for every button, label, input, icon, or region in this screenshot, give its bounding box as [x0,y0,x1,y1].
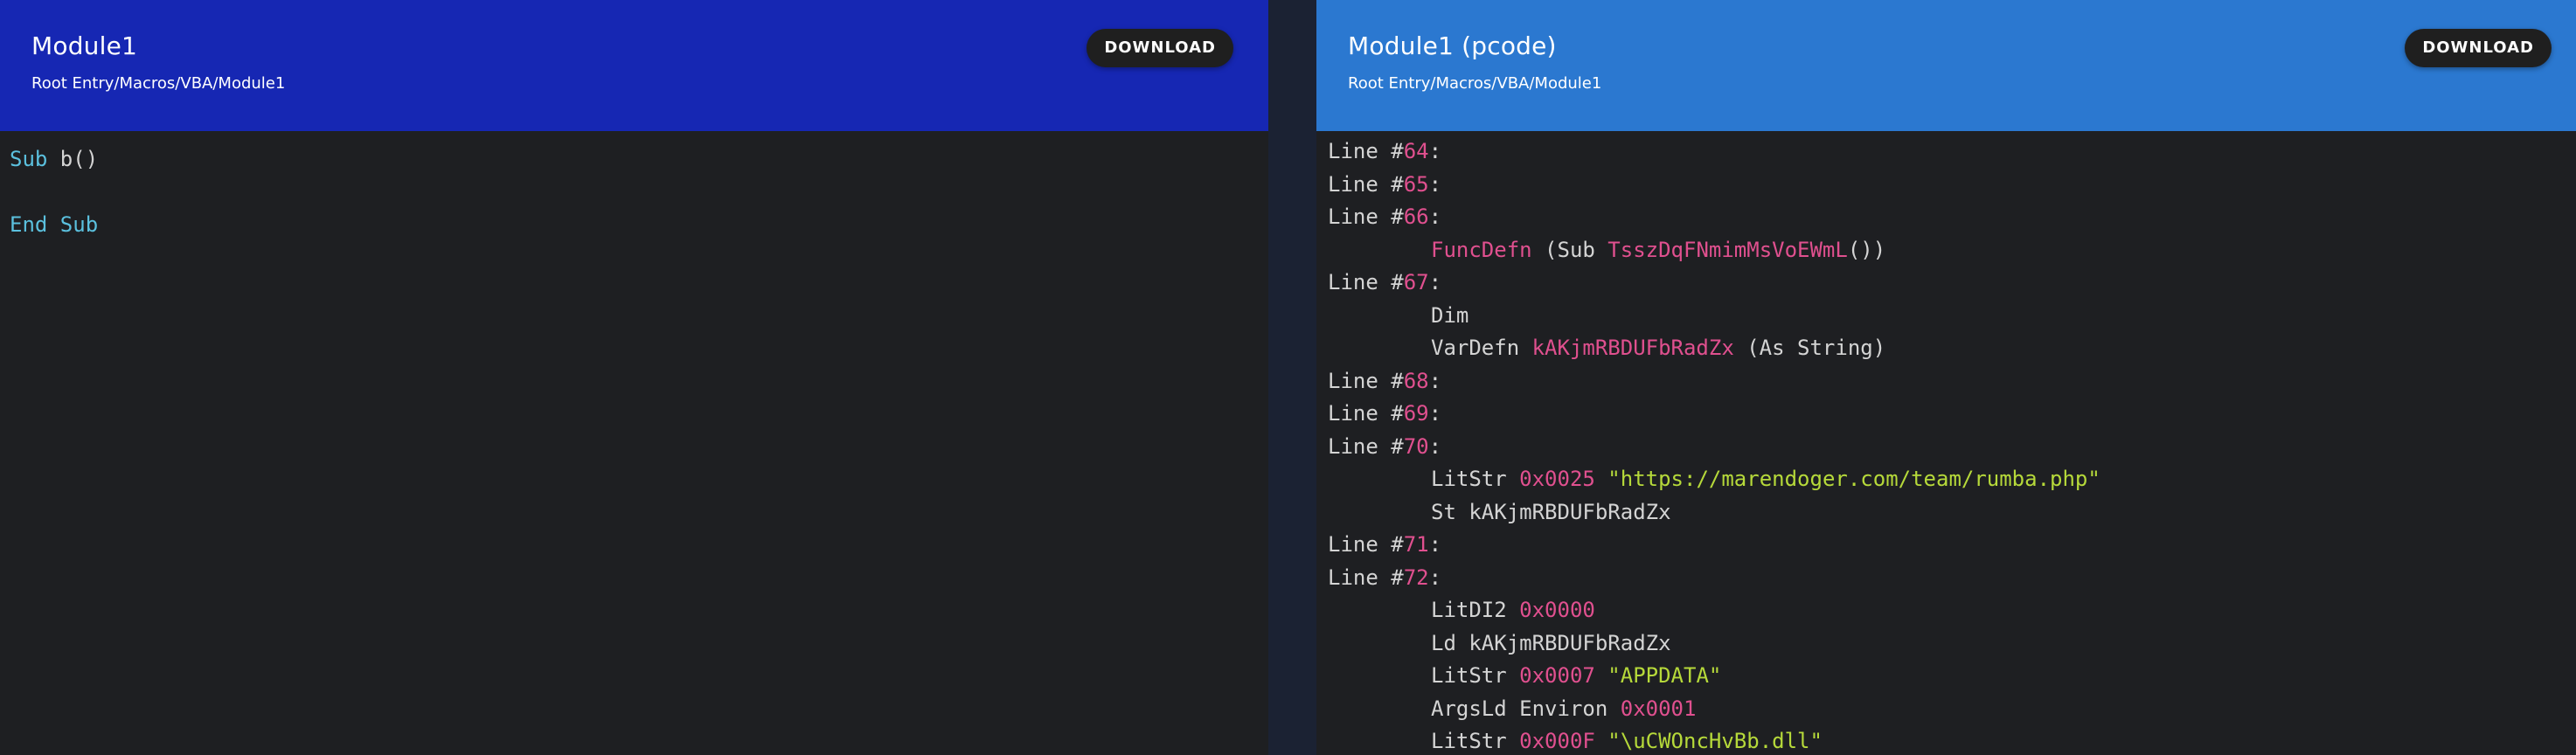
pcode-instruction: VarDefn kAKjmRBDUFbRadZx (As String) [1328,332,2100,365]
pcode-instruction: St kAKjmRBDUFbRadZx [1328,496,2100,530]
line-number: 65 [1403,171,1429,197]
line-number: 66 [1403,204,1429,229]
pcode-line-header: Line #64: [1328,135,2100,169]
download-button[interactable]: DOWNLOAD [2405,29,2552,67]
pcode-line-header: Line #70: [1328,431,2100,464]
pcode-line-header: Line #68: [1328,365,2100,398]
source-panel-path: Root Entry/Macros/VBA/Module1 [31,74,286,93]
line-number: 70 [1403,433,1429,459]
source-panel-title: Module1 [31,31,138,60]
pcode-instruction: LitStr 0x0007 "APPDATA" [1328,660,2100,693]
line-number: 71 [1403,532,1429,557]
hex-value: 0x0025 [1519,467,1595,491]
opcode: FuncDefn [1431,237,1532,262]
source-panel-header: Module1 Root Entry/Macros/VBA/Module1 DO… [0,0,1268,131]
line-suffix: : [1428,204,1442,229]
opcode: St kAKjmRBDUFbRadZx [1431,499,1671,524]
pcode-instruction: LitDI2 0x0000 [1328,594,2100,627]
line-prefix: Line # [1328,532,1404,557]
line-prefix: Line # [1328,139,1404,163]
opcode: LitStr [1431,663,1520,688]
code-line: End Sub [10,209,98,242]
code-line: Sub b() [10,143,98,177]
line-prefix: Line # [1328,401,1404,426]
hex-value: 0x0001 [1620,696,1697,721]
opcode: LitStr [1431,467,1520,491]
line-prefix: Line # [1328,565,1404,590]
hex-value: 0x0007 [1519,663,1595,688]
source-code-view: Sub b() End Sub [0,0,98,242]
line-prefix: Line # [1328,204,1404,229]
pcode-line-header: Line #69: [1328,398,2100,431]
opcode: Ld kAKjmRBDUFbRadZx [1431,630,1671,655]
code-line-empty [10,177,98,210]
pcode-line-header: Line #66: [1328,201,2100,234]
download-button[interactable]: DOWNLOAD [1087,29,1233,67]
pcode-line-header: Line #72: [1328,562,2100,595]
opcode: LitDI2 [1431,598,1520,622]
pcode-line-header: Line #67: [1328,267,2100,300]
line-suffix: : [1428,401,1442,426]
line-number: 67 [1403,270,1429,294]
source-panel: Module1 Root Entry/Macros/VBA/Module1 DO… [0,0,1268,755]
operand: (Sub [1531,237,1608,262]
line-prefix: Line # [1328,368,1404,393]
line-number: 64 [1403,139,1429,163]
line-prefix: Line # [1328,433,1404,459]
line-number: 69 [1403,401,1429,426]
opcode: VarDefn [1431,336,1532,360]
sub-name: b() [47,147,99,171]
line-suffix: : [1428,368,1442,393]
pcode-panel: Module1 (pcode) Root Entry/Macros/VBA/Mo… [1316,0,2576,755]
pcode-instruction: ArgsLd Environ 0x0001 [1328,693,2100,726]
string-literal: "https://marendoger.com/team/rumba.php" [1594,467,2100,491]
line-prefix: Line # [1328,171,1404,197]
opcode: ArgsLd Environ [1431,696,1621,721]
end-sub-keyword: End Sub [10,212,99,237]
page: Module1 Root Entry/Macros/VBA/Module1 DO… [0,0,2576,755]
line-number: 72 [1403,565,1429,590]
pcode-instruction: FuncDefn (Sub TsszDqFNmimMsVoEWmL()) [1328,234,2100,267]
line-suffix: : [1428,433,1442,459]
pcode-view: Line #64: Line #65: Line #66: FuncDefn (Sub… [1316,0,2100,755]
line-suffix: : [1428,171,1442,197]
pcode-instruction: LitStr 0x000F "\uCWOncHvBb.dll" [1328,725,2100,755]
sub-keyword: Sub [10,147,48,171]
pcode-line-header: Line #65: [1328,169,2100,202]
line-suffix: : [1428,532,1442,557]
operand: ()) [1847,237,1886,262]
pcode-line-header: Line #71: [1328,529,2100,562]
opcode: Dim [1431,302,1469,328]
line-suffix: : [1428,565,1442,590]
line-suffix: : [1428,270,1442,294]
opcode: LitStr [1431,729,1520,753]
function-name: TsszDqFNmimMsVoEWmL [1607,237,1848,262]
string-literal: "APPDATA" [1594,663,1722,688]
line-prefix: Line # [1328,270,1404,294]
hex-value: 0x0000 [1519,598,1595,622]
line-number: 68 [1403,368,1429,393]
pcode-instruction: Dim [1328,300,2100,333]
string-literal: "\uCWOncHvBb.dll" [1594,729,1823,753]
pcode-instruction: LitStr 0x0025 "https://marendoger.com/te… [1328,463,2100,496]
pcode-instruction: Ld kAKjmRBDUFbRadZx [1328,627,2100,661]
operand: (As String) [1733,336,1886,360]
line-suffix: : [1428,139,1442,163]
hex-value: 0x000F [1519,729,1595,753]
variable-name: kAKjmRBDUFbRadZx [1531,336,1734,360]
